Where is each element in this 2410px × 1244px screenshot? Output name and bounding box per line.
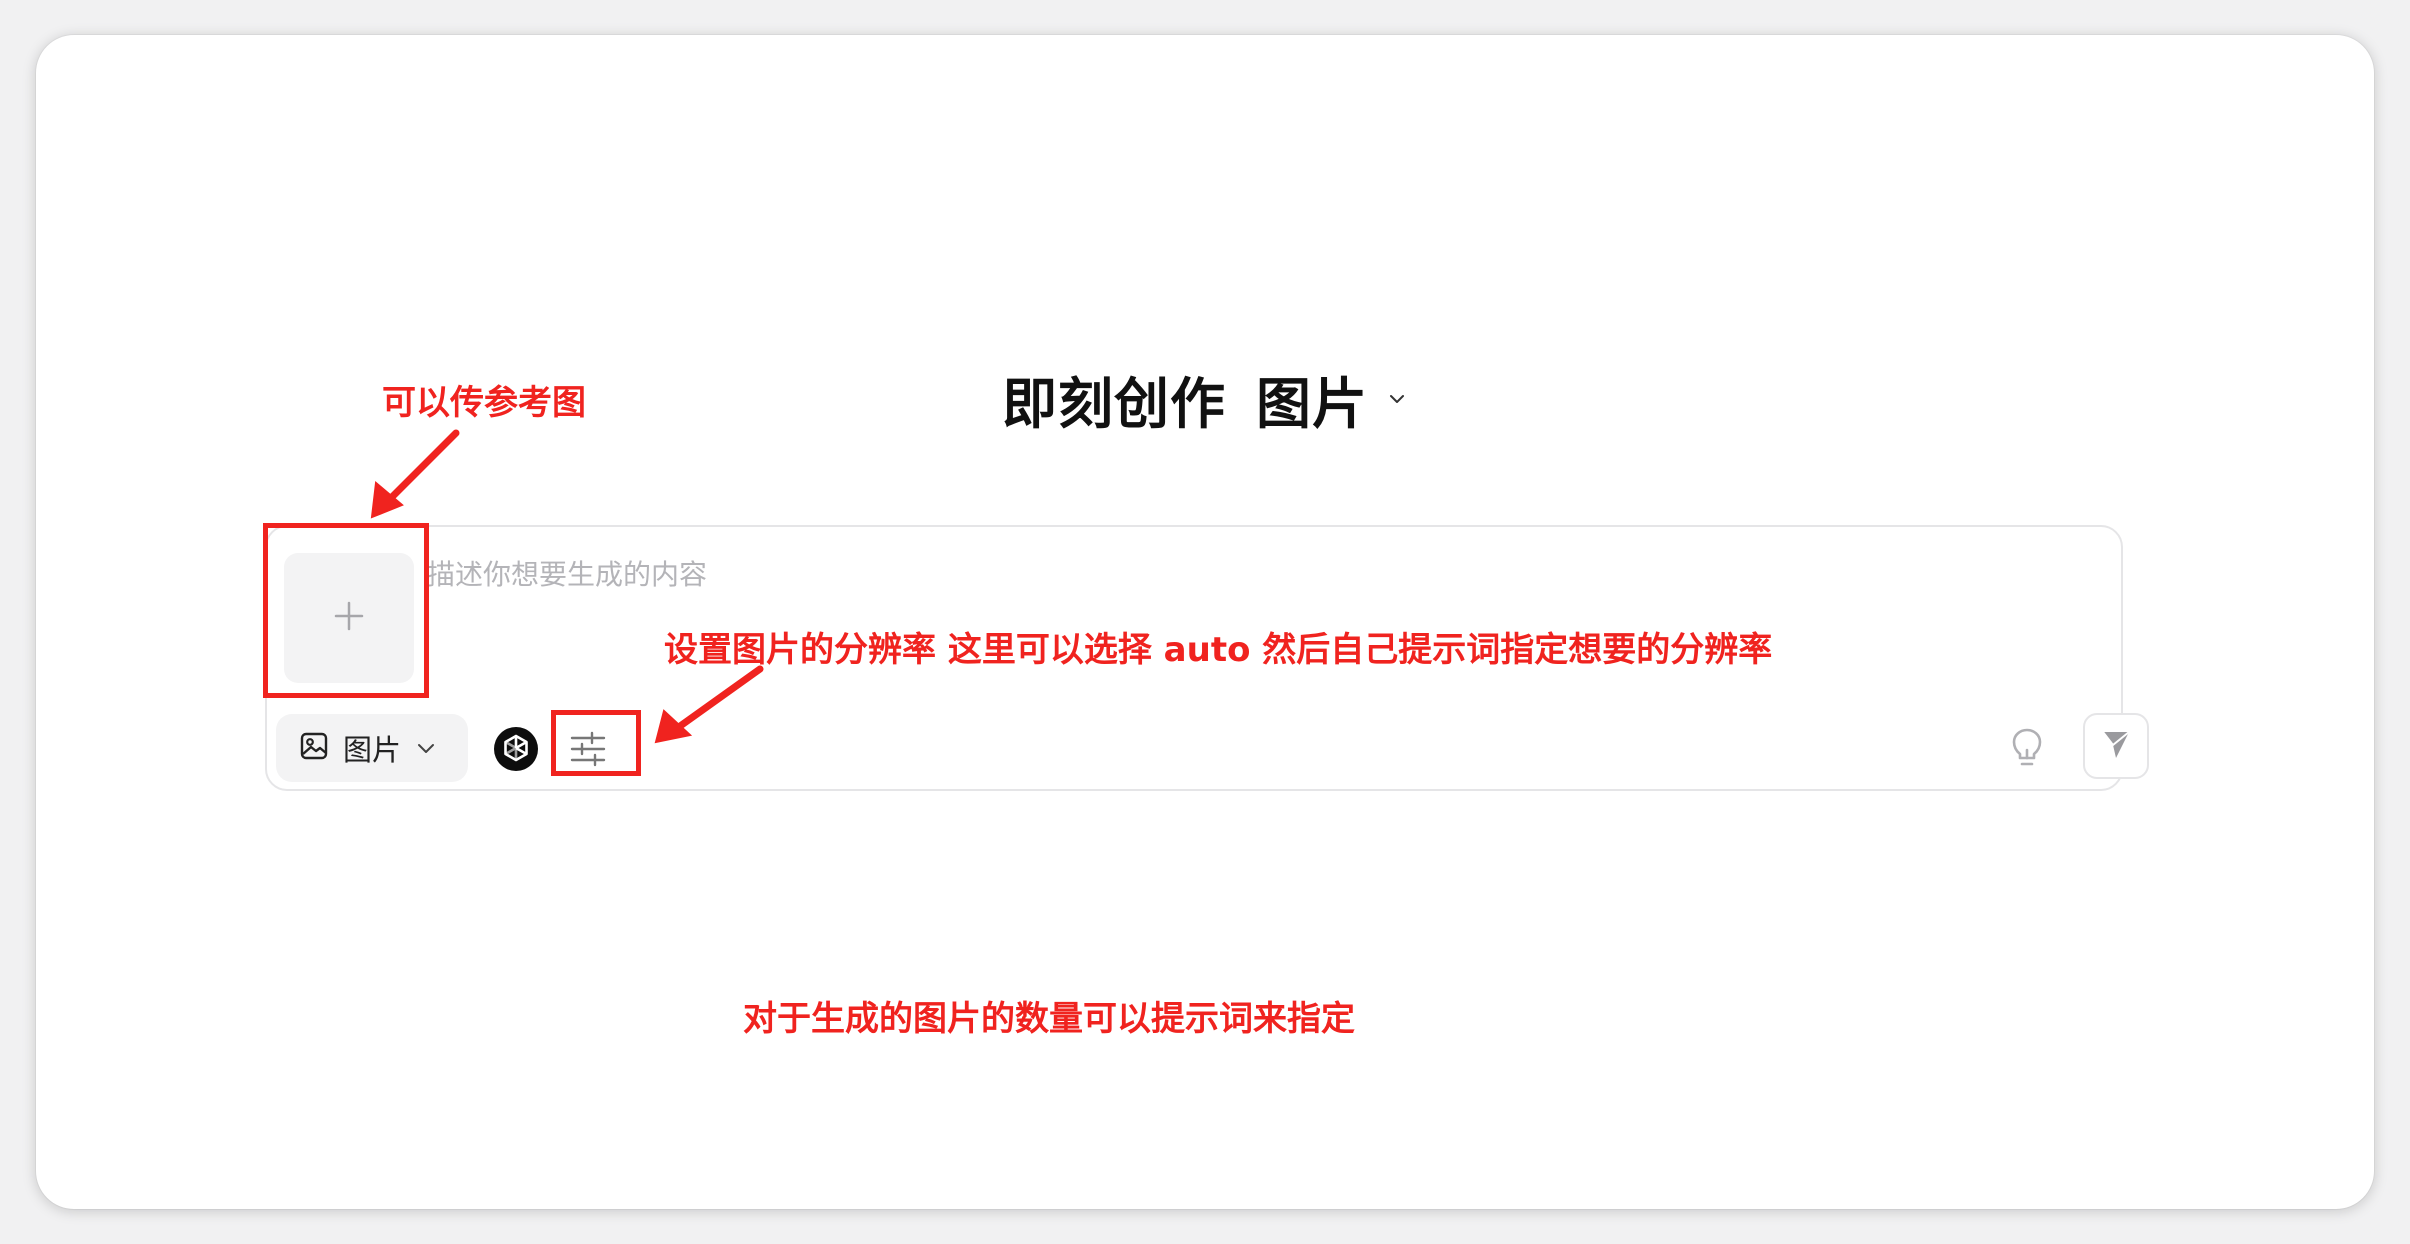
app-window: 即刻创作 图片 描述你想要生成的内容 图片 可以传参考图 设置图片的分辨率 这里… <box>36 35 2374 1209</box>
annotation-arrows <box>370 429 764 744</box>
